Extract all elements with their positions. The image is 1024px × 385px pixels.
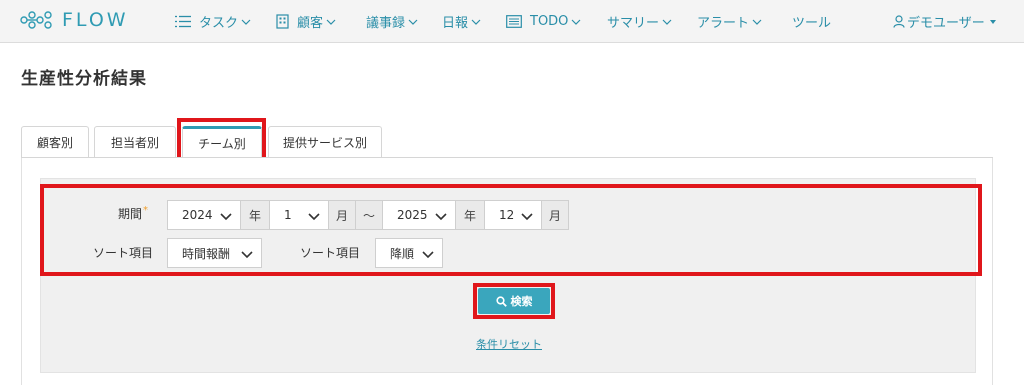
logo-text: FLOW [62, 9, 129, 31]
nav-daily-report-label: 日報 [442, 16, 469, 31]
chevron-down-icon [471, 19, 481, 25]
user-icon [893, 15, 905, 28]
nav-alert-label: アラート [697, 16, 750, 31]
chevron-down-icon [408, 19, 418, 25]
tab-service[interactable]: 提供サービス別 [268, 126, 382, 158]
flow-logo[interactable]: FLOW [20, 9, 129, 31]
tab-label: 担当者別 [110, 136, 159, 150]
button-highlight-box [473, 283, 555, 319]
nav-summary[interactable]: サマリー [607, 0, 672, 43]
table-icon [506, 15, 522, 28]
form-highlight-box [40, 184, 982, 276]
user-menu[interactable]: デモユーザー [893, 0, 997, 43]
page-title: 生産性分析結果 [21, 69, 147, 89]
tab-person[interactable]: 担当者別 [94, 126, 176, 158]
logo-mark-icon [20, 11, 52, 29]
tab-customer[interactable]: 顧客別 [21, 126, 89, 158]
nav-minutes[interactable]: 議事録 [366, 0, 418, 43]
nav-minutes-label: 議事録 [366, 16, 406, 31]
tabs-divider [21, 157, 993, 158]
top-navbar: FLOW タスク 顧客 議事録 日報 TODO サマリー アラート ツール デモ… [0, 0, 1024, 43]
chevron-down-icon [241, 19, 251, 25]
nav-task-label: タスク [199, 16, 239, 31]
chevron-down-icon [662, 19, 672, 25]
tab-label: 提供サービス別 [282, 136, 367, 150]
tab-label: 顧客別 [36, 136, 73, 150]
user-name: デモユーザー [907, 16, 985, 31]
nav-todo[interactable]: TODO [506, 0, 581, 43]
chevron-down-icon [571, 19, 581, 25]
nav-daily-report[interactable]: 日報 [442, 0, 481, 43]
nav-task[interactable]: タスク [175, 0, 251, 43]
reset-conditions-link[interactable]: 条件リセット [476, 336, 542, 352]
nav-customer-label: 顧客 [297, 16, 324, 31]
list-icon [175, 15, 191, 28]
chevron-down-icon [752, 19, 762, 25]
building-icon [276, 14, 289, 29]
tab-highlight-box [177, 118, 266, 161]
nav-tools-label: ツール [792, 16, 832, 31]
nav-summary-label: サマリー [607, 16, 660, 31]
nav-todo-label: TODO [530, 14, 569, 29]
chevron-down-icon [326, 19, 336, 25]
nav-alert[interactable]: アラート [697, 0, 762, 43]
caret-down-icon [989, 19, 996, 24]
nav-customer[interactable]: 顧客 [276, 0, 336, 43]
nav-tools[interactable]: ツール [792, 0, 831, 43]
